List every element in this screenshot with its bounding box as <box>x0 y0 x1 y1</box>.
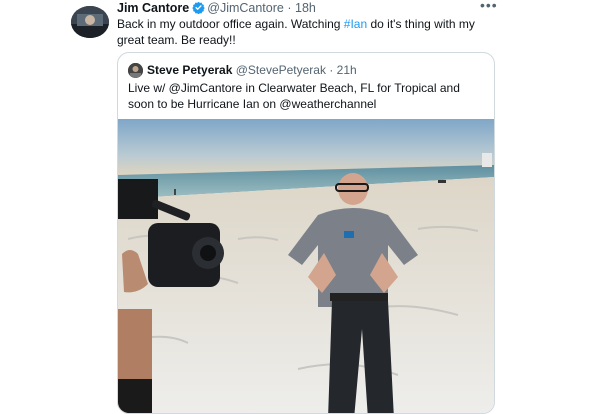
tweet-text: Back in my outdoor office again. Watchin… <box>117 16 497 48</box>
quoted-author-avatar[interactable] <box>128 63 143 78</box>
quoted-author-handle[interactable]: @StevePetyerak <box>236 63 326 77</box>
quoted-separator-dot: · <box>329 63 334 77</box>
author-name[interactable]: Jim Cantore <box>117 1 189 15</box>
tweet[interactable]: Jim Cantore @JimCantore · 18h ••• Back in… <box>0 0 600 414</box>
author-avatar[interactable] <box>71 6 109 38</box>
beach-photo <box>118 119 494 413</box>
quoted-author-name[interactable]: Steve Petyerak <box>147 63 232 77</box>
quoted-tweet[interactable]: Steve Petyerak @StevePetyerak · 21h Live… <box>117 52 495 414</box>
more-icon[interactable]: ••• <box>480 0 498 13</box>
quoted-tweet-text: Live w/ @JimCantore in Clearwater Beach,… <box>128 81 460 111</box>
author-handle[interactable]: @JimCantore <box>207 1 284 15</box>
quoted-tweet-timestamp[interactable]: 21h <box>337 63 357 77</box>
tweet-media-photo[interactable] <box>118 119 494 413</box>
hashtag-link[interactable]: #Ian <box>344 17 367 31</box>
tweet-text-start: Back in my outdoor office again. Watchin… <box>117 17 344 31</box>
quoted-tweet-header: Steve Petyerak @StevePetyerak · 21h <box>147 62 357 78</box>
separator-dot: · <box>287 1 292 15</box>
tweet-timestamp[interactable]: 18h <box>295 1 316 15</box>
